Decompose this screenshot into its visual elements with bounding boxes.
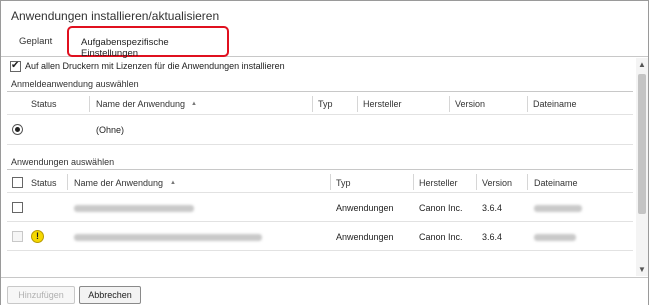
login-col-status[interactable]: Status xyxy=(31,99,57,109)
redacted-filename xyxy=(534,205,582,212)
dialog-title: Anwendungen installieren/aktualisieren xyxy=(11,9,220,23)
login-col-type[interactable]: Typ xyxy=(318,99,333,109)
column-separator xyxy=(527,96,528,112)
login-app-none-radio[interactable] xyxy=(12,124,23,135)
sort-ascending-icon: ▲ xyxy=(191,101,197,107)
app-vendor: Canon Inc. xyxy=(419,203,463,213)
app-version: 3.6.4 xyxy=(482,232,503,242)
apps-col-type[interactable]: Typ xyxy=(336,178,351,188)
app-vendor: Canon Inc. xyxy=(419,232,463,242)
column-separator xyxy=(449,96,450,112)
login-app-none-label: (Ohne) xyxy=(96,125,125,135)
redacted-app-name xyxy=(74,234,262,241)
tab-label-active: Aufgabenspezifische Einstellungen xyxy=(81,37,169,59)
column-separator xyxy=(476,174,477,190)
scrollbar-thumb[interactable] xyxy=(638,74,646,214)
scroll-up-icon[interactable]: ▲ xyxy=(638,60,646,69)
warning-icon: ! xyxy=(31,230,44,243)
install-all-label: Auf allen Druckern mit Lizenzen für die … xyxy=(25,61,285,71)
redacted-app-name xyxy=(74,205,194,212)
install-all-checkbox[interactable] xyxy=(10,60,21,72)
login-section-divider xyxy=(7,91,633,92)
login-col-filename[interactable]: Dateiname xyxy=(533,99,577,109)
header-divider xyxy=(7,192,633,193)
column-separator xyxy=(67,174,68,190)
app-row-checkbox[interactable] xyxy=(12,231,23,242)
row-divider xyxy=(7,221,633,222)
row-divider xyxy=(7,144,633,145)
dialog-window: Anwendungen installieren/aktualisieren G… xyxy=(0,0,649,305)
apps-col-filename[interactable]: Dateiname xyxy=(534,178,578,188)
apps-section-divider xyxy=(7,169,633,170)
column-separator xyxy=(413,174,414,190)
login-section-title: Anmeldeanwendung auswählen xyxy=(11,79,139,89)
column-separator xyxy=(89,96,90,112)
app-type: Anwendungen xyxy=(336,232,394,242)
tab-aufgabenspezifische-einstellungen[interactable]: Aufgabenspezifische Einstellungen xyxy=(67,26,229,59)
column-separator xyxy=(312,96,313,112)
sort-ascending-icon: ▲ xyxy=(170,180,176,186)
vertical-scrollbar[interactable]: ▲ ▼ xyxy=(636,58,648,276)
login-col-vendor[interactable]: Hersteller xyxy=(363,99,402,109)
select-all-apps-checkbox[interactable] xyxy=(12,177,23,188)
redacted-filename xyxy=(534,234,576,241)
column-separator xyxy=(527,174,528,190)
column-separator xyxy=(357,96,358,112)
column-separator xyxy=(330,174,331,190)
settings-panel: Auf allen Druckern mit Lizenzen für die … xyxy=(1,58,635,276)
row-divider xyxy=(7,250,633,251)
app-version: 3.6.4 xyxy=(482,203,503,213)
login-col-version[interactable]: Version xyxy=(455,99,485,109)
apps-col-version[interactable]: Version xyxy=(482,178,512,188)
apps-section-title: Anwendungen auswählen xyxy=(11,157,115,167)
apps-col-vendor[interactable]: Hersteller xyxy=(419,178,458,188)
apps-col-name[interactable]: Name der Anwendung xyxy=(74,178,163,188)
login-col-name[interactable]: Name der Anwendung xyxy=(96,99,185,109)
header-divider xyxy=(7,114,633,115)
add-button[interactable]: Hinzufügen xyxy=(7,286,75,304)
tab-bar: Geplant Aufgabenspezifische Einstellunge… xyxy=(1,26,648,59)
tab-geplant[interactable]: Geplant xyxy=(19,36,52,47)
app-row-checkbox[interactable] xyxy=(12,202,23,213)
apps-col-status[interactable]: Status xyxy=(31,178,57,188)
app-type: Anwendungen xyxy=(336,203,394,213)
cancel-button[interactable]: Abbrechen xyxy=(79,286,141,304)
dialog-footer: Hinzufügen Abbrechen xyxy=(1,277,648,305)
scroll-down-icon[interactable]: ▼ xyxy=(638,265,646,274)
